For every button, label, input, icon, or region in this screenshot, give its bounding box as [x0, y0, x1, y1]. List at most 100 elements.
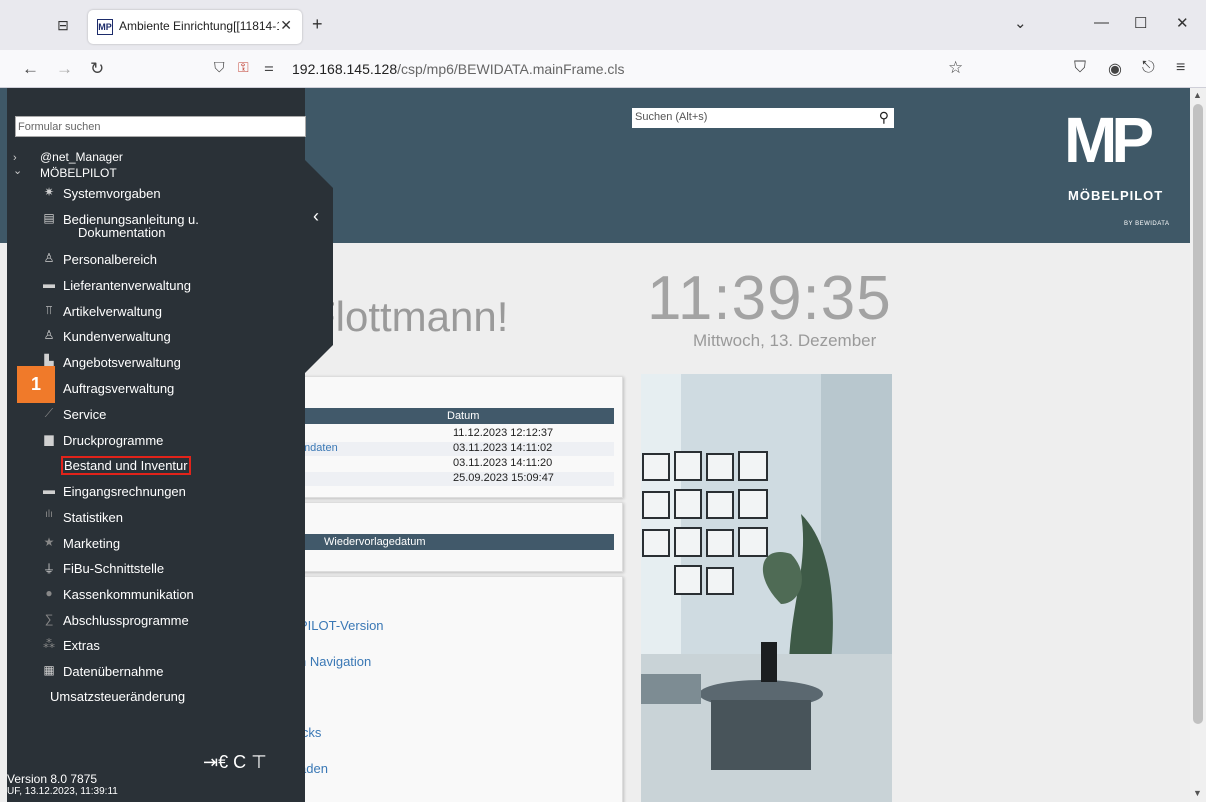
menu-label: Angebotsverwaltung — [63, 355, 181, 370]
book-icon: ▤ — [43, 211, 55, 225]
menu-label: Statistiken — [63, 510, 123, 525]
menu-label: Extras — [63, 638, 100, 653]
menu-label: Service — [63, 407, 107, 422]
link-navigation[interactable]: n Navigation — [299, 654, 371, 669]
logo-name: MÖBELPILOT — [1068, 188, 1164, 203]
gear-icon: ✷ — [43, 185, 55, 199]
links-card: PILOT-Version n Navigation icks aden — [290, 576, 623, 802]
sidebar-notch — [305, 88, 333, 373]
extensions-icon[interactable]: ⎋ — [1142, 59, 1155, 77]
table-row[interactable]: 03.11.2023 14:11:20 — [291, 457, 614, 471]
mp-logo: MP MÖBELPILOT BY BEWIDATA — [1044, 108, 1184, 238]
step-badge: 1 — [17, 366, 55, 403]
menu-label: Bestand und Inventur — [61, 456, 191, 475]
collapse-arrow-icon[interactable]: ⌄ — [13, 164, 22, 177]
table-row[interactable]: 25.09.2023 15:09:47 — [291, 472, 614, 486]
menu-label: Systemvorgaben — [63, 186, 161, 201]
wrench-icon: ⟋ — [44, 406, 54, 420]
browser-tab-bar: ⊟ MP Ambiente Einrichtung[[11814-1 ✕ + ⌄… — [0, 0, 1206, 50]
plug-icon: ⏚ — [42, 562, 55, 576]
tree-node-moebelpilot[interactable]: MÖBELPILOT — [40, 166, 117, 180]
permissions-icon[interactable]: ⚌ — [264, 61, 274, 74]
invoice-icon: ▬ — [43, 483, 55, 497]
new-tab-icon[interactable]: + — [312, 14, 323, 35]
url-path: /csp/mp6/BEWIDATA.mainFrame.cls — [397, 61, 625, 77]
reload-icon[interactable]: ↻ — [90, 59, 104, 79]
menu-label: Lieferantenverwaltung — [63, 278, 191, 293]
menu-label: Kundenverwaltung — [63, 329, 171, 344]
link-version[interactable]: PILOT-Version — [299, 618, 384, 633]
tab-overflow-icon[interactable]: ⌄ — [1014, 14, 1027, 32]
menu-label-line2: Dokumentation — [78, 225, 166, 240]
scroll-thumb[interactable] — [1193, 104, 1203, 724]
minimize-icon[interactable]: — — [1094, 14, 1109, 31]
living-room-photo — [641, 374, 892, 802]
version-text: Version 8.0 7875 — [7, 772, 98, 786]
menu-label: Umsatzsteueränderung — [50, 689, 186, 704]
row-datum: 25.09.2023 15:09:47 — [453, 472, 554, 484]
menu-icon[interactable]: ≡ — [1176, 59, 1185, 77]
person-icon: ♙ — [43, 251, 55, 265]
menu-label: Eingangsrechnungen — [63, 484, 186, 499]
row-datum: 11.12.2023 12:12:37 — [453, 427, 554, 439]
menu-label: FiBu-Schnittstelle — [63, 561, 165, 576]
row-datum: 03.11.2023 14:11:02 — [453, 442, 553, 454]
customer-icon: ♙ — [43, 328, 55, 342]
star-icon: ★ — [43, 535, 55, 549]
sidebar-collapse-icon[interactable]: ‹ — [313, 206, 319, 227]
menu-label: Marketing — [63, 536, 121, 551]
url-bar[interactable]: ⛉ ⚿ ⚌ 192.168.145.128/csp/mp6/BEWIDATA.m… — [200, 55, 980, 83]
logo-sub: BY BEWIDATA — [1124, 221, 1170, 227]
col-datum: Datum — [447, 410, 480, 422]
url-host: 192.168.145.128 — [292, 61, 398, 77]
menu-label: Druckprogramme — [63, 433, 164, 448]
pocket-icon[interactable]: ⛉ — [1074, 59, 1086, 77]
photo-illustration — [641, 374, 892, 802]
recent-card: Datum 11.12.2023 12:12:37 mdaten 03.11.2… — [290, 376, 623, 498]
bar-chart-icon: ılı — [45, 509, 53, 520]
insecure-lock-icon[interactable]: ⚿ — [238, 59, 249, 76]
back-icon[interactable]: ← — [22, 59, 39, 79]
menu-label: Artikelverwaltung — [63, 304, 162, 319]
tab-close-icon[interactable]: ✕ — [280, 17, 292, 34]
tab-list-icon[interactable]: ⊟ — [50, 12, 76, 38]
search-icon[interactable]: ⚲ — [879, 109, 889, 126]
table-row[interactable]: 11.12.2023 12:12:37 — [291, 427, 614, 441]
search-input[interactable]: Suchen (Alt+s) ⚲ — [632, 108, 894, 128]
menu-label: Auftragsverwaltung — [63, 381, 175, 396]
url-text[interactable]: 192.168.145.128/csp/mp6/BEWIDATA.mainFra… — [292, 61, 625, 77]
shield-icon[interactable]: ⛉ — [214, 59, 225, 76]
sidebar-footer-icons[interactable]: ⇥€ C ⊤ — [203, 752, 267, 773]
maximize-icon[interactable]: ☐ — [1134, 14, 1147, 32]
forward-icon[interactable]: → — [56, 59, 73, 79]
account-icon[interactable]: ◉ — [1108, 59, 1122, 79]
form-search-input[interactable]: Formular suchen — [15, 116, 306, 137]
tree-node-net-manager[interactable]: @net_Manager — [40, 150, 123, 164]
browser-nav-bar: ← → ↻ ⛉ ⚿ ⚌ 192.168.145.128/csp/mp6/BEWI… — [0, 50, 1206, 88]
table-header: Wiedervorlagedatum — [291, 534, 614, 550]
truck-icon: ▬ — [43, 277, 55, 291]
menu-label: Abschlussprogramme — [63, 613, 189, 628]
resubmission-card: Wiedervorlagedatum — [290, 502, 623, 572]
menu-label: Kassenkommunikation — [63, 587, 194, 602]
row-label[interactable]: mdaten — [301, 442, 338, 454]
menu-label: Datenübernahme — [63, 664, 164, 679]
clock: 11:39:35 — [647, 264, 892, 333]
table-header: Datum — [291, 408, 614, 424]
printer-icon: ▆ — [44, 432, 54, 446]
version-subtext: UF, 13.12.2023, 11:39:11 — [7, 786, 118, 797]
scroll-up-icon[interactable]: ▲ — [1193, 90, 1202, 100]
page-scrollbar[interactable]: ▲ ▼ — [1190, 88, 1206, 802]
form-search-placeholder: Formular suchen — [18, 121, 101, 133]
expand-arrow-icon[interactable]: › — [13, 152, 17, 164]
table-row[interactable]: mdaten 03.11.2023 14:11:02 — [291, 442, 614, 456]
col-wiedervorlage: Wiedervorlagedatum — [324, 536, 426, 548]
browser-tab[interactable]: MP Ambiente Einrichtung[[11814-1 ✕ — [88, 10, 302, 44]
scroll-down-icon[interactable]: ▼ — [1193, 788, 1202, 798]
lamp-icon: ⫪ — [45, 303, 53, 317]
bookmark-star-icon[interactable]: ☆ — [948, 58, 963, 78]
date-text: Mittwoch, 13. Dezember — [693, 331, 877, 350]
chat-icon: ● — [45, 586, 53, 600]
window-close-icon[interactable]: ✕ — [1176, 14, 1189, 32]
sidebar: Formular suchen › @net_Manager ⌄ MÖBELPI… — [7, 88, 306, 802]
